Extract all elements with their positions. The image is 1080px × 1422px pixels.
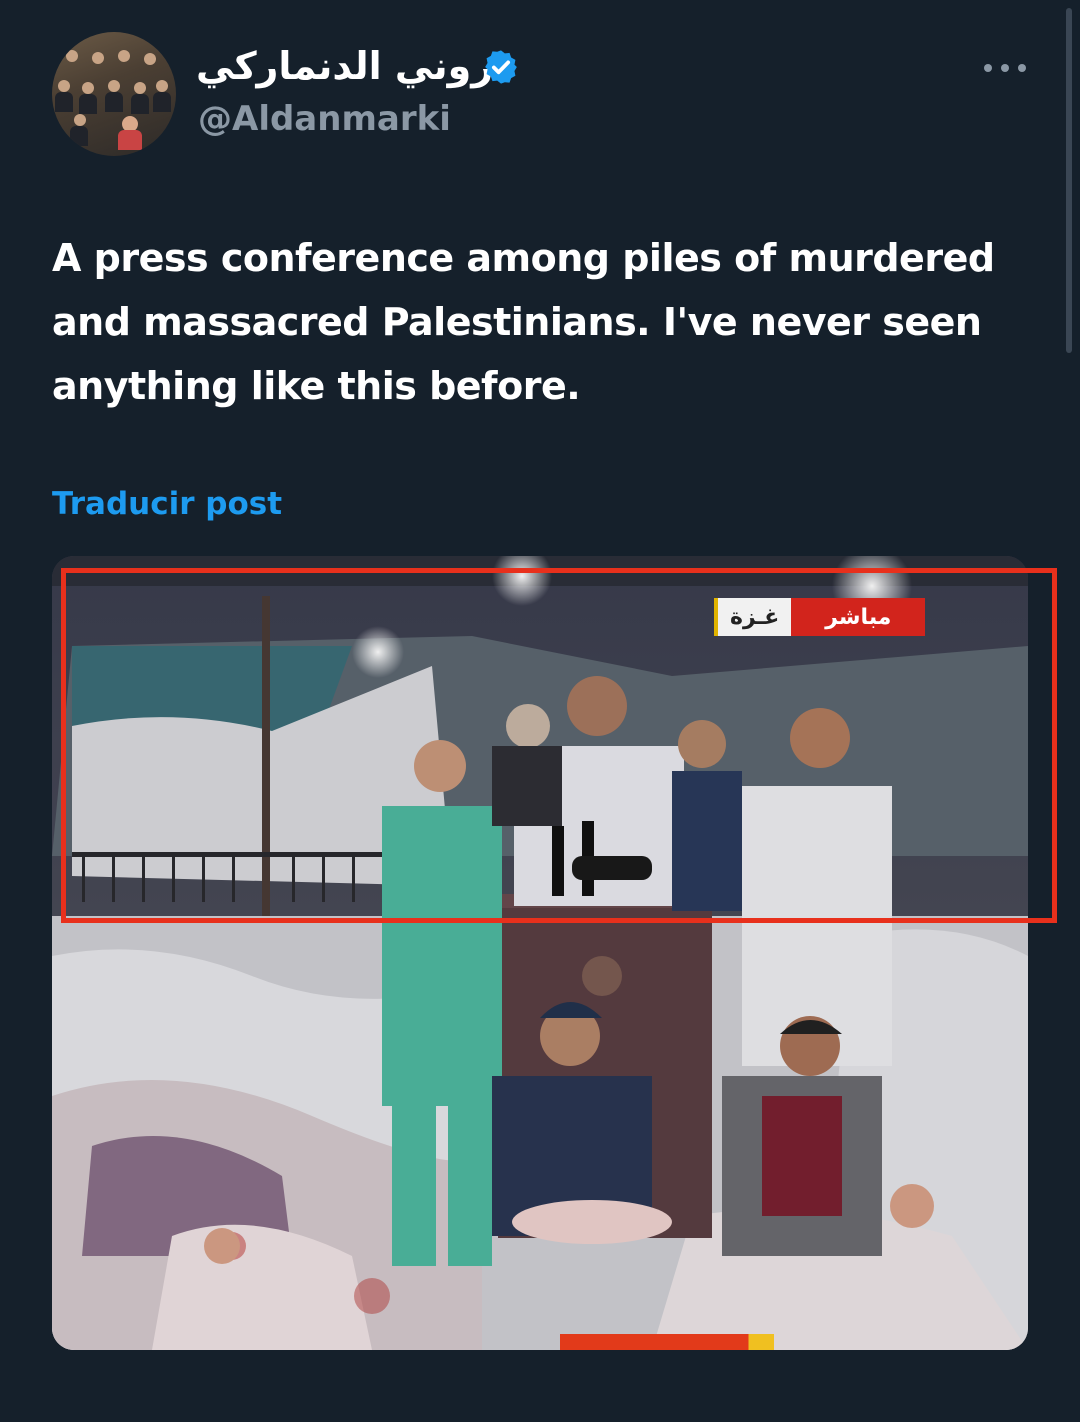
translate-post-link[interactable]: Traducir post [52, 482, 282, 526]
display-name[interactable]: روني الدنماركي [196, 40, 493, 92]
more-options-icon[interactable] [984, 56, 1026, 80]
verified-badge-icon [485, 50, 517, 84]
tweet-text: A press conference among piles of murder… [52, 236, 995, 408]
red-highlight-box [61, 568, 1057, 923]
broadcast-ticker-strip [560, 1334, 774, 1350]
user-handle[interactable]: @Aldanmarki [198, 96, 451, 142]
scrollbar[interactable] [1066, 8, 1072, 353]
avatar[interactable] [52, 32, 176, 156]
tweet-page: روني الدنماركي @Aldanmarki A press confe… [0, 0, 1080, 1422]
